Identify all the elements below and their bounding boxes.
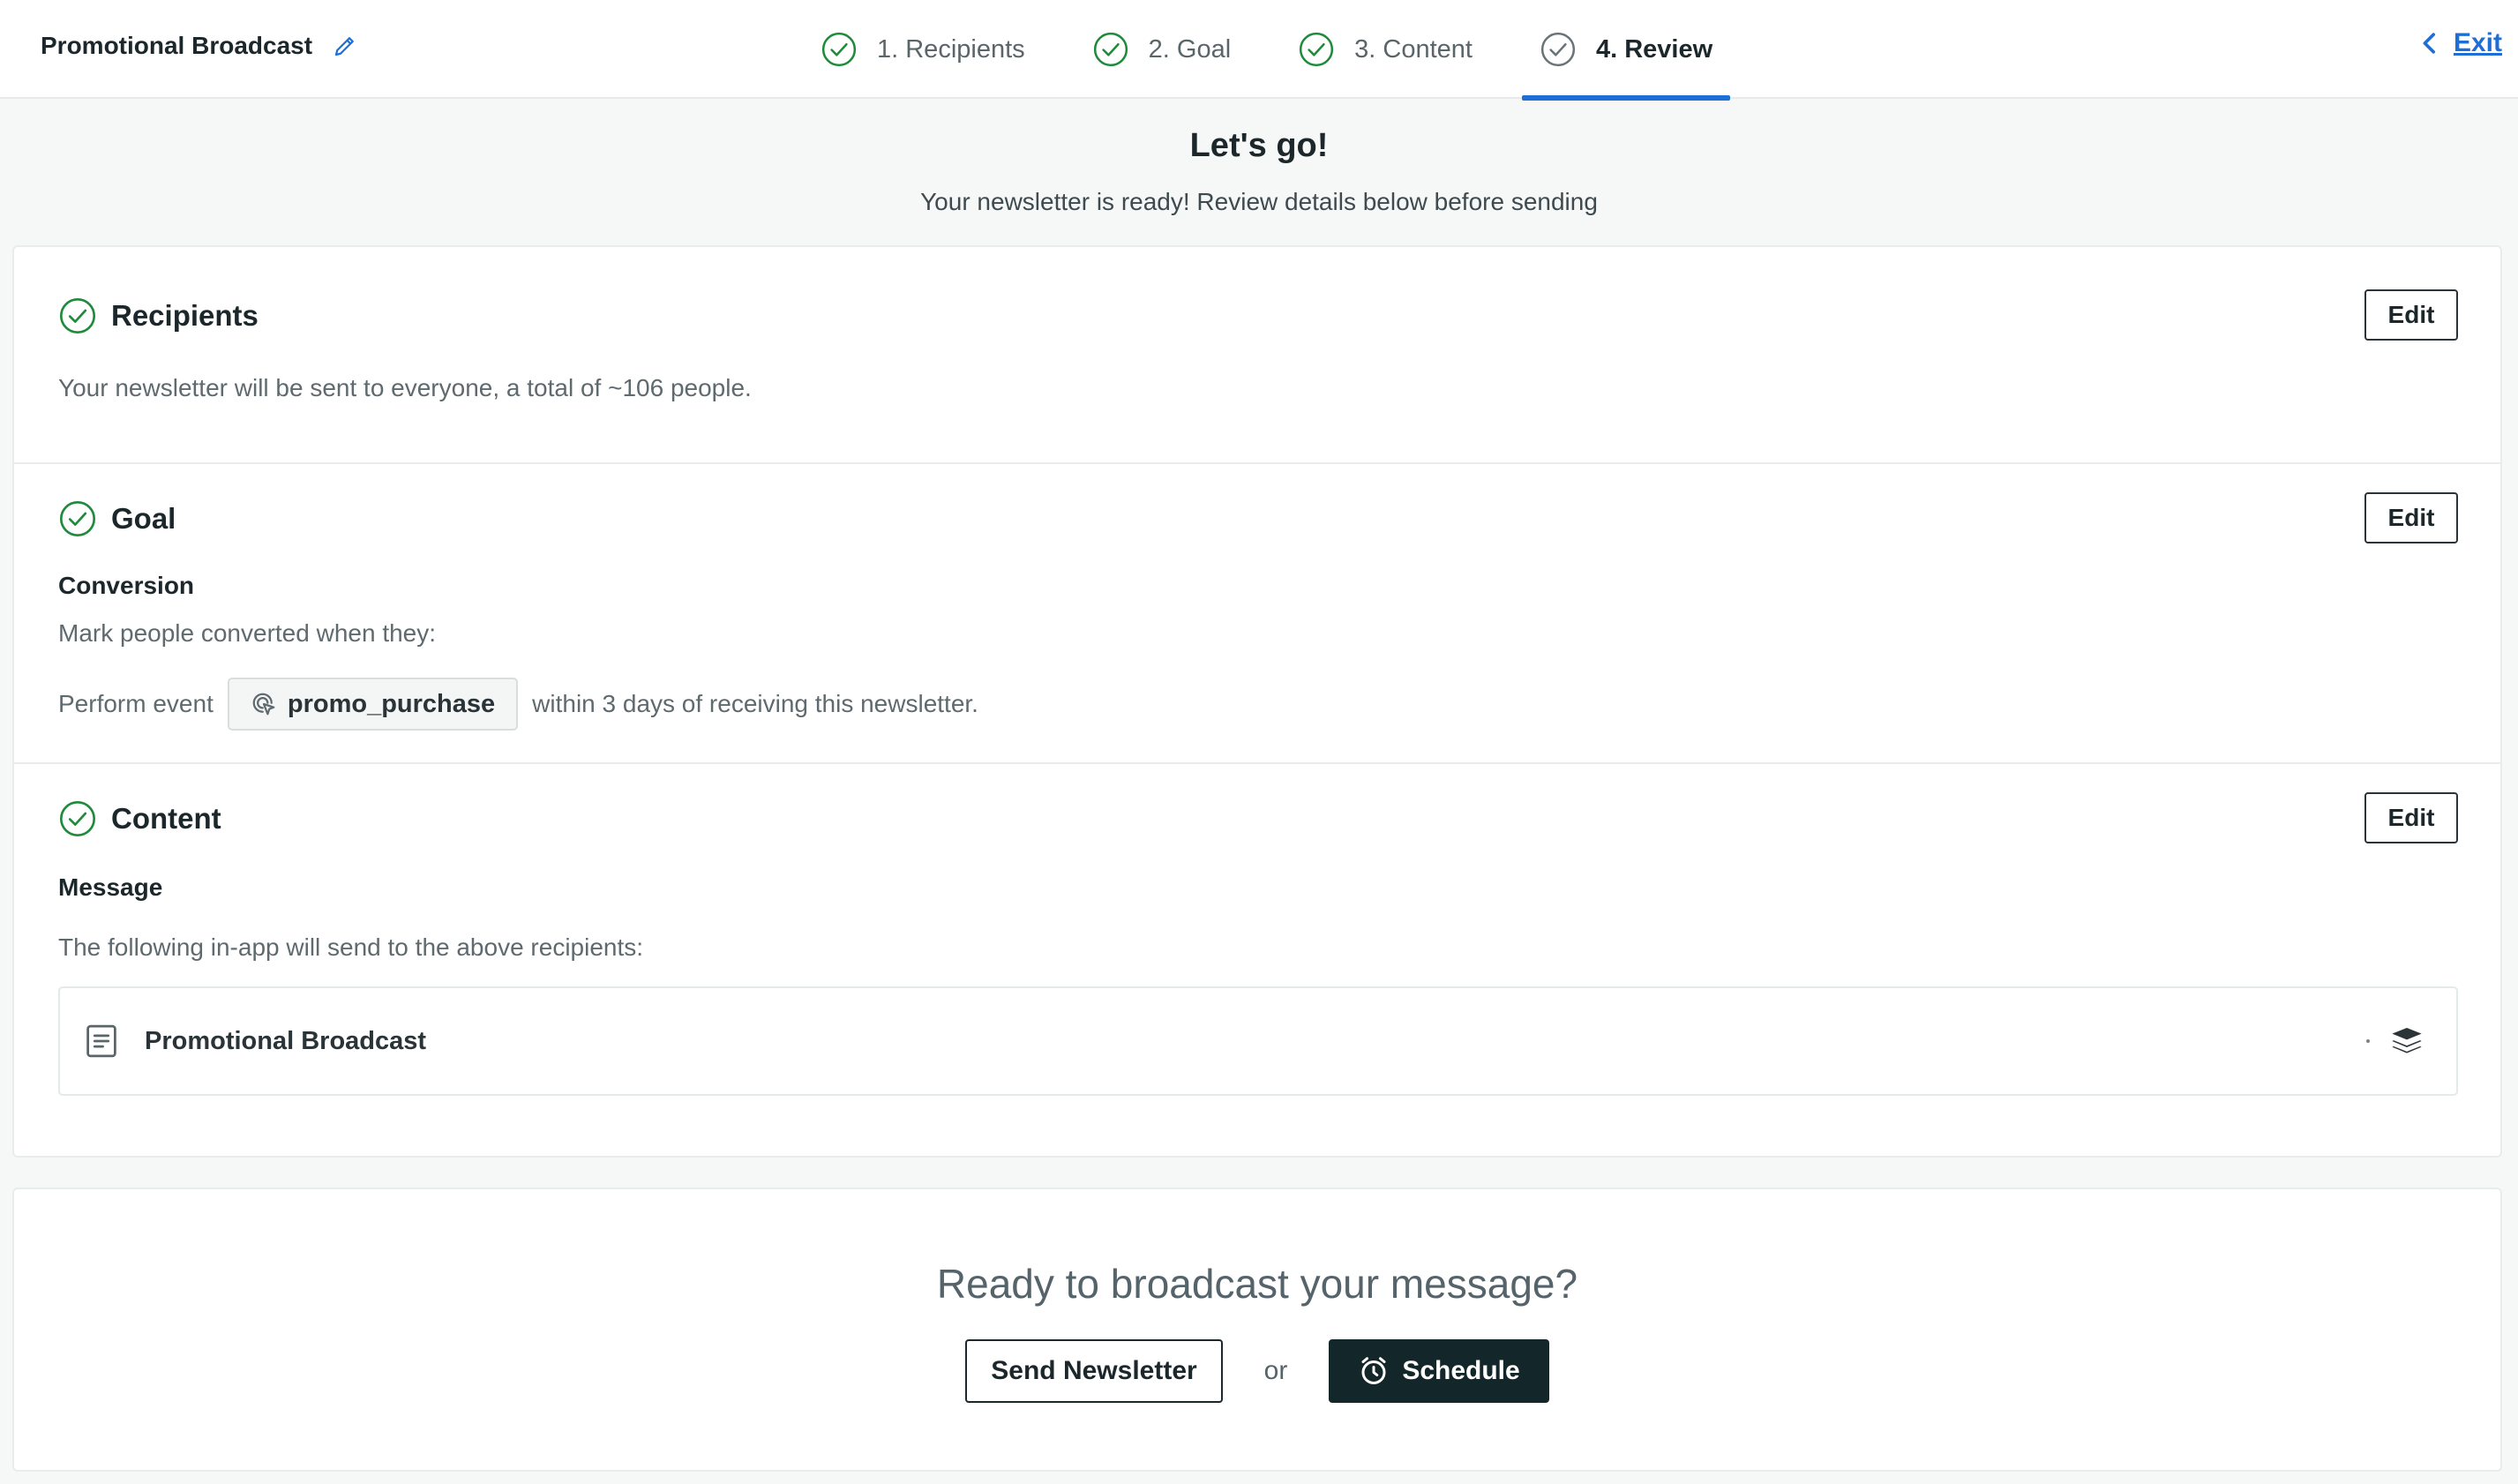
step-label: 3. Content: [1354, 34, 1473, 64]
check-circle-icon: [59, 800, 96, 837]
recipients-summary: Your newsletter will be sent to everyone…: [58, 374, 752, 401]
goal-section: Goal Edit Conversion Mark people convert…: [14, 462, 2500, 762]
review-card: Recipients Edit Your newsletter will be …: [12, 245, 2502, 1158]
layers-icon: [2392, 1028, 2422, 1053]
check-circle-icon: [59, 500, 96, 537]
check-circle-icon: [1540, 32, 1576, 67]
content-subheading: Message: [58, 873, 163, 901]
separator-dot: [2366, 1039, 2370, 1043]
goal-condition: Perform event promo_purchase within 3 da…: [58, 678, 978, 731]
content-description: The following in-app will send to the ab…: [58, 933, 644, 961]
edit-goal-button[interactable]: Edit: [2364, 492, 2458, 543]
step-label: 4. Review: [1595, 34, 1713, 64]
section-title: Goal: [111, 502, 176, 535]
goal-header: Goal: [58, 499, 176, 538]
edit-recipients-button[interactable]: Edit: [2364, 289, 2458, 341]
send-newsletter-button[interactable]: Send Newsletter: [965, 1339, 1223, 1403]
step-content[interactable]: 3. Content: [1280, 0, 1490, 99]
step-review[interactable]: 4. Review: [1521, 0, 1731, 101]
content-header: Content: [58, 799, 221, 838]
schedule-label: Schedule: [1402, 1356, 1520, 1385]
cursor-click-icon: [252, 693, 275, 716]
wizard-steps: 1. Recipients 2. Goal 3. Content 4. Revi…: [803, 0, 1762, 101]
event-suffix: within 3 days of receiving this newslett…: [532, 690, 978, 717]
alarm-clock-icon: [1361, 1357, 1386, 1384]
check-circle-icon: [59, 297, 96, 334]
send-card: Ready to broadcast your message? Send Ne…: [12, 1188, 2502, 1472]
recipients-section: Recipients Edit Your newsletter will be …: [14, 247, 2500, 462]
campaign-title: Promotional Broadcast: [41, 32, 358, 60]
chevron-left-icon: [2423, 33, 2435, 54]
send-actions: Send Newsletter or Schedule: [14, 1339, 2500, 1403]
exit-label: Exit: [2453, 28, 2502, 57]
event-prefix: Perform event: [58, 690, 214, 717]
review-heading: Let's go! Your newsletter is ready! Revi…: [0, 127, 2518, 216]
top-bar: Promotional Broadcast 1. Recipients 2. G…: [0, 0, 2518, 101]
send-prompt: Ready to broadcast your message?: [936, 1261, 1578, 1307]
check-circle-icon: [821, 32, 857, 67]
page-title: Let's go!: [1189, 127, 1329, 164]
step-label: 2. Goal: [1148, 34, 1232, 64]
step-recipients[interactable]: 1. Recipients: [803, 0, 1043, 99]
event-chip: promo_purchase: [227, 678, 519, 731]
section-title: Recipients: [111, 299, 259, 332]
step-goal[interactable]: 2. Goal: [1075, 0, 1249, 99]
exit-link[interactable]: Exit: [2420, 28, 2502, 58]
document-icon: [86, 1024, 116, 1058]
message-name: Promotional Broadcast: [145, 1026, 427, 1055]
check-circle-icon: [1093, 32, 1128, 67]
content-section: Content Edit Message The following in-ap…: [14, 762, 2500, 1159]
section-title: Content: [111, 802, 221, 835]
recipients-header: Recipients: [58, 296, 259, 335]
page-subtitle: Your newsletter is ready! Review details…: [920, 188, 1598, 215]
edit-content-button[interactable]: Edit: [2364, 792, 2458, 843]
or-label: or: [1263, 1356, 1288, 1385]
check-circle-icon: [1300, 32, 1334, 67]
campaign-name: Promotional Broadcast: [41, 32, 313, 59]
goal-description: Mark people converted when they:: [58, 619, 437, 647]
goal-type: Conversion: [58, 572, 195, 599]
message-row[interactable]: Promotional Broadcast: [58, 986, 2458, 1096]
pencil-icon[interactable]: [332, 33, 358, 59]
step-label: 1. Recipients: [877, 34, 1025, 64]
schedule-button[interactable]: Schedule: [1329, 1339, 1549, 1403]
event-name: promo_purchase: [287, 689, 496, 718]
